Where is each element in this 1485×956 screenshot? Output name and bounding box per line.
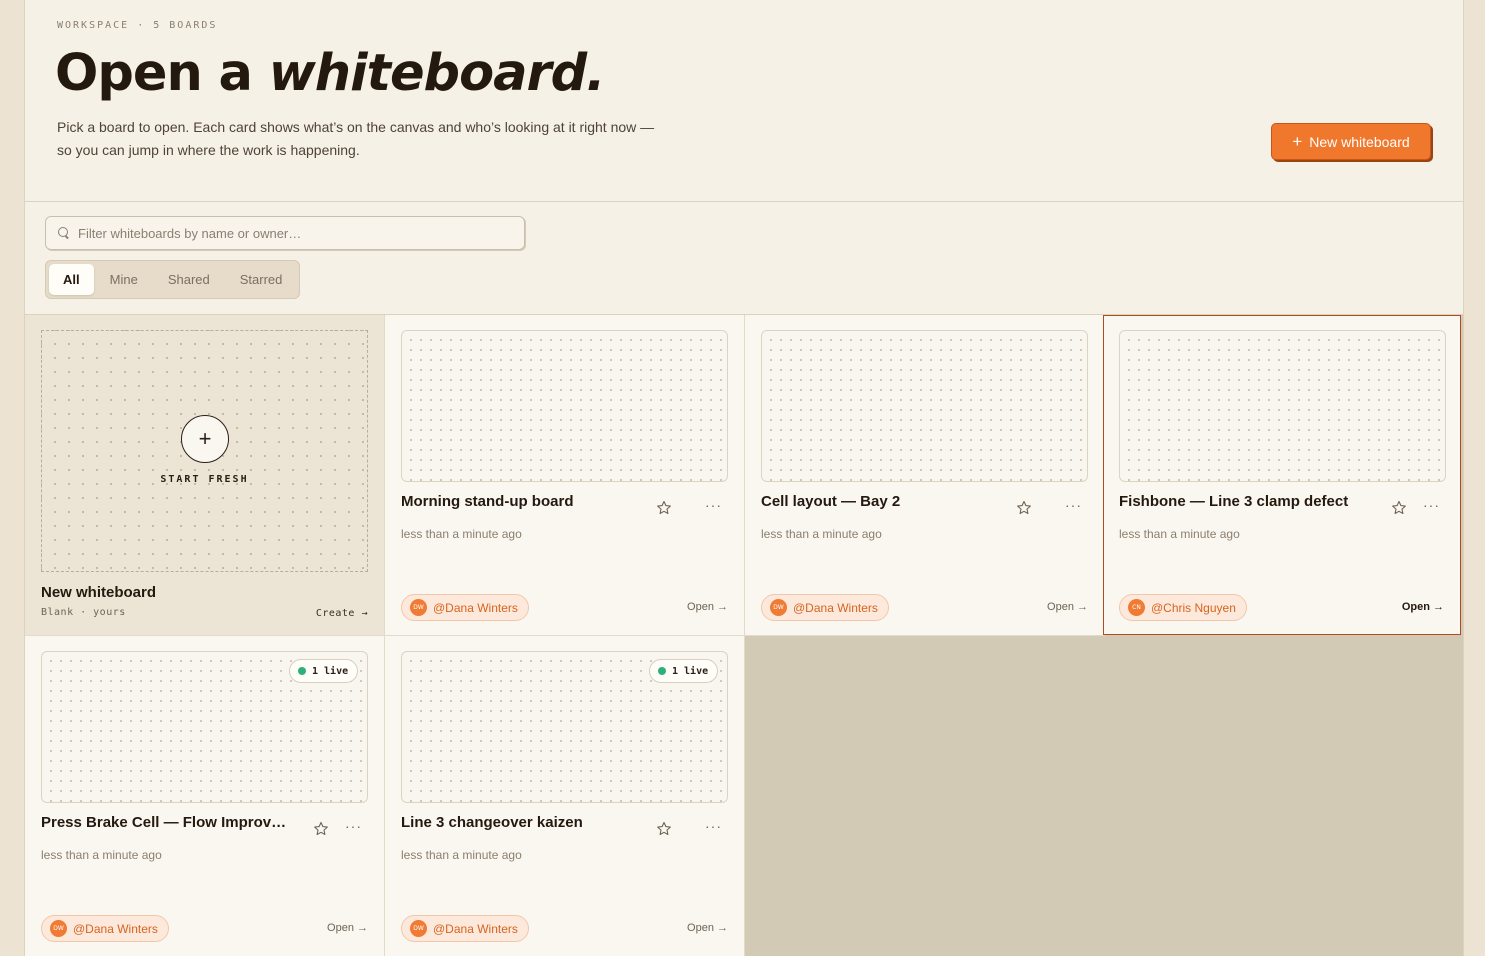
search-icon: [58, 227, 70, 239]
open-link[interactable]: Open →: [687, 601, 728, 613]
avatar: DW: [410, 599, 427, 616]
live-dot-icon: [298, 667, 306, 675]
star-icon[interactable]: [1391, 500, 1407, 516]
board-grid: + START FRESH New whiteboard Blank · you…: [25, 314, 1463, 956]
avatar: CN: [1128, 599, 1145, 616]
owner-chip[interactable]: CN @Chris Nguyen: [1119, 594, 1247, 621]
page-header: WORKSPACE · 5 BOARDS Open a whiteboard. …: [25, 0, 1463, 202]
owner-chip[interactable]: DW @Dana Winters: [761, 594, 889, 621]
card-meta: Blank · yours: [41, 607, 126, 618]
plus-icon: +: [1292, 131, 1303, 151]
start-fresh-label: START FRESH: [160, 474, 249, 485]
owner-name: @Dana Winters: [793, 600, 878, 615]
board-preview[interactable]: [761, 330, 1088, 482]
tab-starred[interactable]: Starred: [226, 264, 297, 295]
open-link[interactable]: Open →: [1402, 601, 1444, 613]
open-link[interactable]: Open →: [327, 922, 368, 934]
board-preview[interactable]: [401, 330, 728, 482]
card-time: less than a minute ago: [401, 848, 522, 862]
board-card-fishbone[interactable]: Fishbone — Line 3 clamp defect ··· less …: [1103, 315, 1461, 635]
card-title: New whiteboard: [41, 584, 157, 601]
star-icon[interactable]: [1016, 500, 1032, 516]
card-time: less than a minute ago: [1119, 527, 1240, 541]
new-whiteboard-card[interactable]: + START FRESH New whiteboard Blank · you…: [25, 315, 385, 636]
filter-toolbar: All Mine Shared Starred: [25, 202, 1463, 314]
live-count: 1 live: [672, 665, 709, 677]
board-card-changeover-kaizen[interactable]: 1 live Line 3 changeover kaizen ··· less…: [385, 636, 745, 956]
owner-name: @Chris Nguyen: [1151, 600, 1236, 615]
card-time: less than a minute ago: [41, 848, 162, 862]
new-whiteboard-button[interactable]: + New whiteboard: [1271, 123, 1431, 160]
more-icon[interactable]: ···: [1065, 498, 1082, 512]
page-title: Open a whiteboard.: [55, 40, 606, 108]
card-title: Cell layout — Bay 2: [761, 493, 901, 510]
more-icon[interactable]: ···: [705, 819, 722, 833]
star-icon[interactable]: [656, 500, 672, 516]
new-whiteboard-label: New whiteboard: [1309, 133, 1410, 150]
search-input[interactable]: [78, 225, 498, 241]
card-title: Press Brake Cell — Flow Improvement: [41, 814, 293, 831]
add-board-icon[interactable]: +: [181, 415, 229, 463]
live-count: 1 live: [312, 665, 349, 677]
more-icon[interactable]: ···: [705, 498, 722, 512]
board-card-morning-standup[interactable]: Morning stand-up board ··· less than a m…: [385, 315, 745, 636]
board-card-press-brake[interactable]: 1 live Press Brake Cell — Flow Improveme…: [25, 636, 385, 956]
board-preview[interactable]: 1 live: [41, 651, 368, 803]
tab-shared[interactable]: Shared: [154, 264, 224, 295]
avatar: DW: [770, 599, 787, 616]
owner-name: @Dana Winters: [433, 921, 518, 936]
search-box[interactable]: [45, 216, 525, 250]
card-time: less than a minute ago: [761, 527, 882, 541]
live-badge: 1 live: [289, 659, 359, 683]
more-icon[interactable]: ···: [345, 819, 362, 833]
page-subtitle: Pick a board to open. Each card shows wh…: [57, 119, 655, 158]
avatar: DW: [50, 920, 67, 937]
title-emphasis: whiteboard.: [268, 44, 606, 103]
card-title: Morning stand-up board: [401, 493, 574, 510]
live-dot-icon: [658, 667, 666, 675]
app-window: WORKSPACE · 5 BOARDS Open a whiteboard. …: [24, 0, 1464, 956]
card-time: less than a minute ago: [401, 527, 522, 541]
more-icon[interactable]: ···: [1423, 498, 1440, 512]
tab-all[interactable]: All: [49, 264, 94, 295]
workspace-eyebrow: WORKSPACE · 5 BOARDS: [57, 20, 218, 31]
tab-mine[interactable]: Mine: [96, 264, 152, 295]
fresh-canvas[interactable]: + START FRESH: [41, 330, 368, 572]
owner-chip[interactable]: DW @Dana Winters: [401, 915, 529, 942]
live-badge: 1 live: [649, 659, 719, 683]
open-link[interactable]: Open →: [1047, 601, 1088, 613]
avatar: DW: [410, 920, 427, 937]
title-plain: Open a: [55, 44, 269, 103]
star-icon[interactable]: [313, 821, 329, 837]
card-title: Line 3 changeover kaizen: [401, 814, 583, 831]
open-link[interactable]: Open →: [687, 922, 728, 934]
star-icon[interactable]: [656, 821, 672, 837]
owner-name: @Dana Winters: [433, 600, 518, 615]
card-title: Fishbone — Line 3 clamp defect: [1119, 493, 1349, 510]
owner-chip[interactable]: DW @Dana Winters: [41, 915, 169, 942]
filter-tabs: All Mine Shared Starred: [45, 260, 301, 299]
board-preview[interactable]: 1 live: [401, 651, 728, 803]
create-link[interactable]: Create →: [316, 608, 368, 619]
board-card-cell-layout[interactable]: Cell layout — Bay 2 ··· less than a minu…: [745, 315, 1105, 636]
owner-chip[interactable]: DW @Dana Winters: [401, 594, 529, 621]
board-preview[interactable]: [1119, 330, 1446, 482]
owner-name: @Dana Winters: [73, 921, 158, 936]
